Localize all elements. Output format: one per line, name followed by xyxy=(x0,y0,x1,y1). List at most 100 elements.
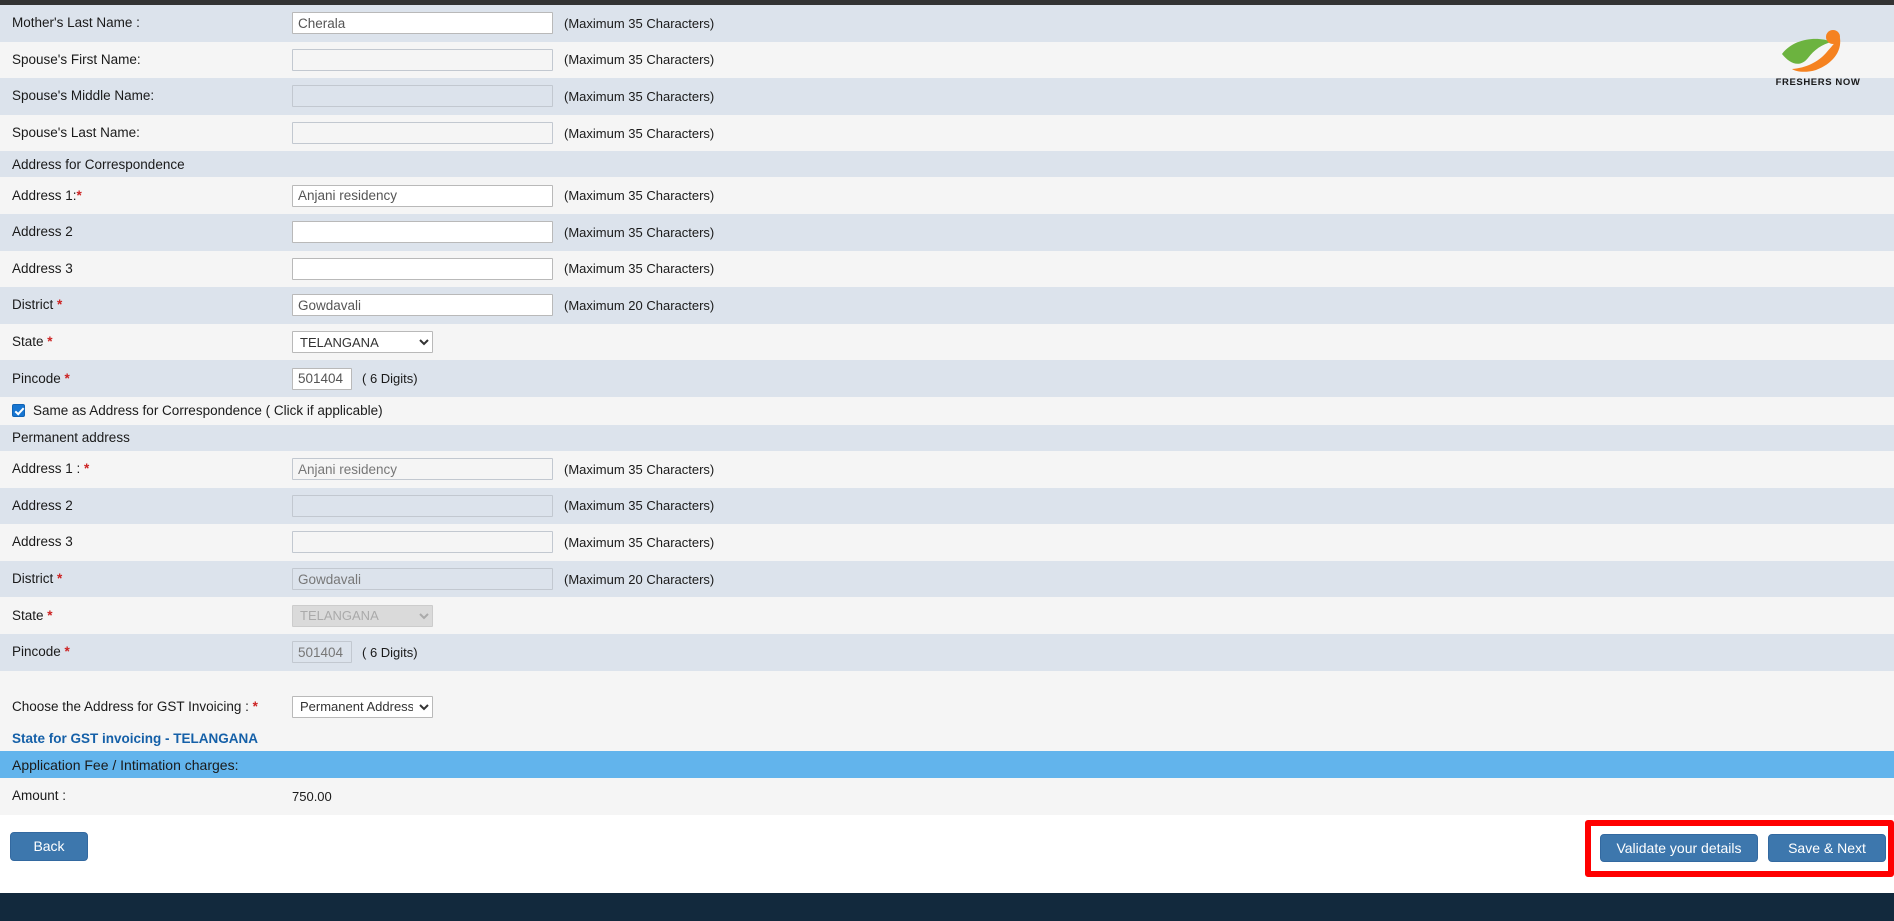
same-as-address-row[interactable]: Same as Address for Correspondence ( Cli… xyxy=(0,396,1894,425)
field-wrap-corr-address2 xyxy=(290,221,558,244)
field-row-corr-address1: Address 1:* (Maximum 35 Characters) xyxy=(0,177,1894,214)
field-row-mother-last-name: Mother's Last Name : (Maximum 35 Charact… xyxy=(0,5,1894,42)
spouse-last-name-input[interactable] xyxy=(292,122,553,145)
field-wrap-corr-pincode: ( 6 Digits) xyxy=(290,367,558,390)
field-row-perm-district: District * (Maximum 20 Characters) xyxy=(0,560,1894,598)
hint-corr-address3: (Maximum 35 Characters) xyxy=(564,261,715,277)
corr-address2-input[interactable] xyxy=(292,221,553,244)
hint-spouse-last-name: (Maximum 35 Characters) xyxy=(564,125,715,141)
label-text-corr-address1: Address 1: xyxy=(12,187,77,203)
section-header-application-fee: Application Fee / Intimation charges: xyxy=(0,751,1894,779)
corr-pincode-input[interactable] xyxy=(292,367,352,390)
label-spouse-middle-name: Spouse's Middle Name: xyxy=(12,88,155,104)
label-text-gst-invoicing: Choose the Address for GST Invoicing : xyxy=(12,698,253,714)
field-row-corr-pincode: Pincode * ( 6 Digits) xyxy=(0,360,1894,397)
perm-address1-input[interactable] xyxy=(292,458,553,481)
hint-corr-district: (Maximum 20 Characters) xyxy=(564,297,715,313)
corr-district-input[interactable] xyxy=(292,294,553,317)
hint-perm-address1: (Maximum 35 Characters) xyxy=(564,461,715,477)
label-perm-address2: Address 2 xyxy=(12,497,73,513)
label-perm-district: District * xyxy=(0,571,290,587)
spouse-first-name-input[interactable] xyxy=(292,48,553,71)
required-marker: * xyxy=(47,333,53,349)
perm-address3-input[interactable] xyxy=(292,531,553,554)
label-perm-address1: Address 1 : * xyxy=(0,461,290,477)
label-text-perm-pincode: Pincode xyxy=(12,644,65,660)
field-wrap-perm-address1 xyxy=(290,458,558,481)
field-row-gst-invoicing: Choose the Address for GST Invoicing : *… xyxy=(0,688,1894,726)
spouse-middle-name-input[interactable] xyxy=(292,85,553,108)
label-text-perm-address1: Address 1 : xyxy=(12,461,85,477)
field-wrap-corr-address3 xyxy=(290,257,558,280)
back-button[interactable]: Back xyxy=(10,831,88,861)
label-amount: Amount : xyxy=(12,788,67,804)
perm-district-input[interactable] xyxy=(292,568,553,591)
corr-state-select[interactable]: TELANGANA xyxy=(292,331,433,354)
section-header-address-correspondence: Address for Correspondence xyxy=(0,151,1894,178)
perm-state-select: TELANGANA xyxy=(292,604,433,627)
same-as-address-checkbox[interactable] xyxy=(12,404,25,418)
hint-spouse-middle-name: (Maximum 35 Characters) xyxy=(564,88,715,104)
label-corr-pincode: Pincode * xyxy=(0,371,290,387)
hint-perm-pincode: ( 6 Digits) xyxy=(362,644,418,660)
required-marker: * xyxy=(76,187,82,203)
label-gst-invoicing: Choose the Address for GST Invoicing : * xyxy=(0,699,290,715)
required-marker: * xyxy=(57,570,63,586)
field-row-corr-address3: Address 3 (Maximum 35 Characters) xyxy=(0,250,1894,288)
field-wrap-corr-address1 xyxy=(290,184,558,207)
field-row-spouse-middle-name: Spouse's Middle Name: (Maximum 35 Charac… xyxy=(0,78,1894,115)
label-text-corr-state: State xyxy=(12,333,48,349)
field-row-perm-pincode: Pincode * ( 6 Digits) xyxy=(0,633,1894,671)
field-row-perm-address1: Address 1 : * (Maximum 35 Characters) xyxy=(0,450,1894,488)
hint-perm-district: (Maximum 20 Characters) xyxy=(564,571,715,587)
field-wrap-corr-state: TELANGANA xyxy=(290,331,558,354)
label-corr-address1: Address 1:* xyxy=(0,188,290,204)
same-as-address-label[interactable]: Same as Address for Correspondence ( Cli… xyxy=(33,403,383,418)
gst-address-select[interactable]: Permanent Address xyxy=(292,695,433,718)
field-wrap-corr-district xyxy=(290,294,558,317)
spacer-row xyxy=(0,670,1894,689)
label-corr-state: State * xyxy=(0,334,290,350)
label-spouse-first-name: Spouse's First Name: xyxy=(12,51,141,67)
field-row-corr-address2: Address 2 (Maximum 35 Characters) xyxy=(0,213,1894,251)
field-wrap-perm-state: TELANGANA xyxy=(290,604,558,627)
mother-last-name-input[interactable] xyxy=(292,12,553,35)
label-perm-address3: Address 3 xyxy=(12,534,73,550)
field-wrap-amount: 750.00 xyxy=(290,789,558,804)
label-perm-pincode: Pincode * xyxy=(0,644,290,660)
field-wrap-spouse-last-name xyxy=(290,122,558,145)
field-row-corr-state: State * TELANGANA xyxy=(0,323,1894,361)
label-corr-address3: Address 3 xyxy=(12,260,73,276)
field-wrap-mother-last-name xyxy=(290,12,558,35)
hint-mother-last-name: (Maximum 35 Characters) xyxy=(564,15,715,31)
field-row-amount: Amount : 750.00 xyxy=(0,778,1894,815)
validate-details-button[interactable]: Validate your details xyxy=(1600,833,1758,862)
hint-perm-address3: (Maximum 35 Characters) xyxy=(564,534,715,550)
field-wrap-spouse-first-name xyxy=(290,48,558,71)
required-marker: * xyxy=(84,461,90,477)
required-marker: * xyxy=(47,607,53,623)
label-text-perm-district: District xyxy=(12,570,57,586)
required-marker: * xyxy=(64,370,70,386)
page-footer-bar xyxy=(0,893,1894,921)
label-text-perm-state: State xyxy=(12,607,48,623)
corr-address1-input[interactable] xyxy=(292,184,553,207)
label-mother-last-name: Mother's Last Name : xyxy=(12,15,140,31)
perm-pincode-input[interactable] xyxy=(292,641,352,664)
label-perm-state: State * xyxy=(0,608,290,624)
required-marker: * xyxy=(57,297,63,313)
field-wrap-gst-invoicing: Permanent Address xyxy=(290,695,558,718)
field-wrap-perm-pincode: ( 6 Digits) xyxy=(290,641,558,664)
primary-actions-group: Validate your details Save & Next xyxy=(1600,833,1886,862)
corr-address3-input[interactable] xyxy=(292,257,553,280)
form-action-bar: Back Validate your details Save & Next xyxy=(0,814,1894,901)
section-header-permanent-address: Permanent address xyxy=(0,424,1894,451)
hint-corr-address2: (Maximum 35 Characters) xyxy=(564,224,715,240)
hint-spouse-first-name: (Maximum 35 Characters) xyxy=(564,52,715,68)
label-corr-address2: Address 2 xyxy=(12,224,73,240)
save-and-next-button[interactable]: Save & Next xyxy=(1768,833,1886,862)
field-wrap-perm-address2 xyxy=(290,494,558,517)
field-row-perm-address2: Address 2 (Maximum 35 Characters) xyxy=(0,487,1894,525)
perm-address2-input[interactable] xyxy=(292,494,553,517)
required-marker: * xyxy=(252,698,258,714)
